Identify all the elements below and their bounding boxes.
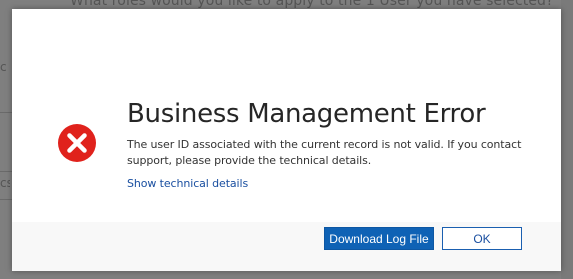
- background-divider: [0, 199, 12, 200]
- download-log-file-button[interactable]: Download Log File: [324, 227, 434, 250]
- background-left-fragment: c: [0, 60, 7, 74]
- background-divider: [0, 171, 12, 172]
- ok-button[interactable]: OK: [442, 227, 522, 250]
- error-icon: [58, 124, 96, 162]
- background-divider: [0, 112, 12, 113]
- show-technical-details-link[interactable]: Show technical details: [127, 177, 248, 190]
- dialog-message: The user ID associated with the current …: [127, 138, 522, 167]
- background-edge: [561, 0, 573, 279]
- dialog-title: Business Management Error: [127, 99, 486, 129]
- background-question-text: What roles would you like to apply to th…: [70, 0, 554, 9]
- background-left-fragment: cs: [0, 176, 10, 190]
